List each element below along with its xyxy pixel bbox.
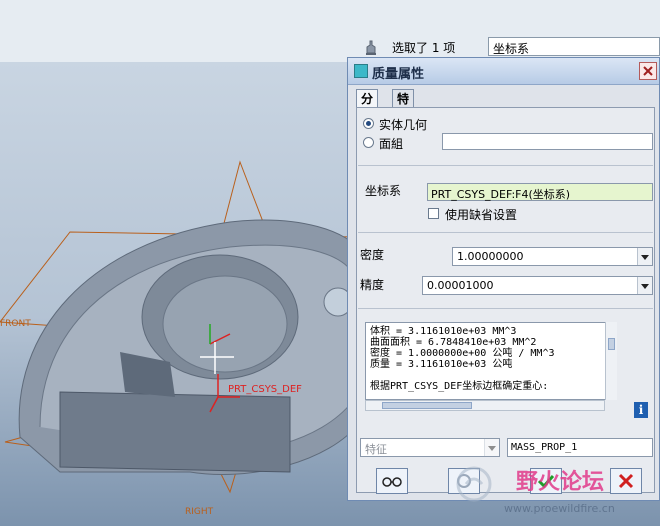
results-textbox[interactable]: 体积 = 3.1161010e+03 MM^3 曲面面积 = 6.7848410… [365,322,616,400]
tab-analysis[interactable]: 分析 [356,89,379,124]
quilt-label: 面組 [379,137,404,151]
ok-button[interactable] [530,468,562,494]
density-label: 密度 [360,248,385,262]
accuracy-field[interactable]: 0.00001000 [422,276,653,295]
analysis-panel: 实体几何 面組 坐标系 PRT_CSYS_DEF:F4(坐标系) 使用缺省设置 … [356,107,655,493]
dialog-titlebar[interactable]: 质量属性 [348,58,659,85]
part-lower-block [59,391,291,473]
csys-field-label: 坐标系 [365,184,402,198]
use-default-label: 使用缺省设置 [445,208,518,222]
result-line: 密度 = 1.0000000e+00 公吨 / MM^3 [370,348,555,359]
cancel-icon [618,473,634,489]
preview-button[interactable] [376,468,408,494]
feature-type-value: 特征 [365,443,387,456]
result-line: 曲面面积 = 6.7848410e+03 MM^2 [370,337,537,348]
result-line: 体积 = 3.1161010e+03 MM^3 [370,326,517,337]
cancel-button[interactable] [610,468,642,494]
checkmark-icon [537,474,555,489]
divider [358,165,653,166]
chevron-down-icon[interactable] [637,277,652,294]
results-vertical-scrollbar[interactable] [605,322,617,400]
density-value: 1.00000000 [457,250,524,263]
repeat-button[interactable] [448,468,480,494]
dialog-app-icon [354,64,368,78]
solid-geometry-label: 实体几何 [379,118,428,132]
accuracy-value: 0.00001000 [427,279,494,292]
chevron-down-icon[interactable] [637,248,652,265]
divider [358,232,653,233]
result-line: 根据PRT_CSYS_DEF坐标边框确定重心: [370,381,549,392]
mass-properties-dialog: 质量属性 分析 特征 实体几何 面組 坐标系 PRT_CSYS_DEF:F4(坐… [347,57,660,501]
datum-label-front: FRONT [0,319,31,329]
use-default-checkbox[interactable] [428,208,439,219]
result-line: 质量 = 3.1161010e+03 公吨 [370,359,513,370]
close-icon [643,66,653,76]
close-button[interactable] [639,62,657,80]
scroll-thumb[interactable] [382,402,472,409]
glasses-icon [382,477,402,487]
accuracy-label: 精度 [360,278,385,292]
selection-filter-dropdown[interactable]: 坐标系 [488,37,660,56]
selection-bar: 选取了 1 项 坐标系 [0,0,660,62]
repeat-icon [457,474,471,488]
result-line [370,370,611,381]
results-horizontal-scrollbar[interactable] [365,400,605,411]
tab-feature[interactable]: 特征 [392,89,415,124]
feature-name-input[interactable]: MASS_PROP_1 [507,438,653,457]
info-icon[interactable]: i [634,402,648,418]
divider [358,308,653,309]
csys-field[interactable]: PRT_CSYS_DEF:F4(坐标系) [427,183,653,201]
scroll-thumb[interactable] [608,338,615,350]
density-field[interactable]: 1.00000000 [452,247,653,266]
chevron-down-icon[interactable] [484,439,499,456]
feature-type-dropdown[interactable]: 特征 [360,438,500,457]
csys-label: PRT_CSYS_DEF [228,384,302,395]
radio-solid-geometry[interactable] [363,118,374,129]
radio-quilt[interactable] [363,137,374,148]
quilt-input[interactable] [442,133,653,150]
datum-label-right: RIGHT [185,507,214,517]
selection-count-text: 选取了 1 项 [392,41,456,55]
selection-filter-icon [366,40,376,55]
dialog-title: 质量属性 [372,67,425,82]
